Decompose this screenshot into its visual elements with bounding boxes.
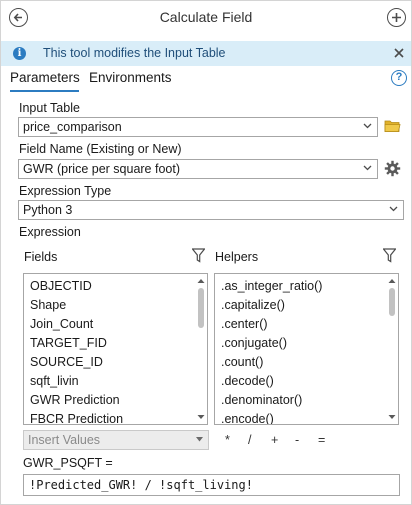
gear-icon[interactable] xyxy=(384,160,401,177)
pane-header: Calculate Field xyxy=(1,1,411,35)
plus-icon xyxy=(392,13,401,22)
help-icon: ? xyxy=(395,71,403,83)
scroll-thumb[interactable] xyxy=(389,288,395,316)
caret-down-icon xyxy=(196,437,203,442)
expression-target-label: GWR_PSQFT = xyxy=(23,456,113,470)
expression-input[interactable]: !Predicted_GWR! / !sqft_living! xyxy=(23,474,400,496)
expression-type-label: Expression Type xyxy=(19,184,112,198)
active-tab-indicator xyxy=(10,90,79,92)
list-item[interactable]: .denominator() xyxy=(221,393,302,407)
add-button[interactable] xyxy=(387,8,406,27)
expression-code: !Predicted_GWR! / !sqft_living! xyxy=(29,478,253,492)
scroll-up-icon[interactable] xyxy=(197,277,205,285)
subtract-operator-button[interactable]: - xyxy=(295,433,299,447)
list-item[interactable]: .center() xyxy=(221,317,268,331)
helpers-scrollbar[interactable] xyxy=(387,274,397,424)
insert-values-placeholder: Insert Values xyxy=(28,433,101,447)
list-item[interactable]: .conjugate() xyxy=(221,336,287,350)
divide-operator-button[interactable]: / xyxy=(248,433,251,447)
input-table-label: Input Table xyxy=(19,101,80,115)
field-name-dropdown[interactable]: GWR (price per square foot) xyxy=(18,159,378,179)
insert-values-dropdown[interactable]: Insert Values xyxy=(23,430,209,450)
fields-list[interactable]: OBJECTID Shape Join_Count TARGET_FID SOU… xyxy=(23,273,208,425)
list-item[interactable]: .decode() xyxy=(221,374,274,388)
folder-icon[interactable] xyxy=(384,119,401,133)
add-operator-button[interactable]: + xyxy=(271,433,278,447)
list-item[interactable]: sqft_livin xyxy=(30,374,79,388)
tab-parameters[interactable]: Parameters xyxy=(10,70,80,85)
expression-type-dropdown[interactable]: Python 3 xyxy=(18,200,404,220)
helpers-label: Helpers xyxy=(215,250,259,264)
scroll-thumb[interactable] xyxy=(198,288,204,328)
filter-icon[interactable] xyxy=(383,248,396,263)
equals-operator-button[interactable]: = xyxy=(318,433,325,447)
pane-title: Calculate Field xyxy=(159,9,253,25)
tab-environments[interactable]: Environments xyxy=(89,70,172,85)
list-item[interactable]: OBJECTID xyxy=(30,279,92,293)
scroll-up-icon[interactable] xyxy=(388,277,396,285)
input-table-dropdown[interactable]: price_comparison xyxy=(18,117,378,137)
list-item[interactable]: .as_integer_ratio() xyxy=(221,279,322,293)
list-item[interactable]: .capitalize() xyxy=(221,298,285,312)
list-item[interactable]: Join_Count xyxy=(30,317,93,331)
helpers-list[interactable]: .as_integer_ratio() .capitalize() .cente… xyxy=(214,273,399,425)
info-banner: i This tool modifies the Input Table xyxy=(1,41,411,66)
list-item[interactable]: .count() xyxy=(221,355,263,369)
scroll-down-icon[interactable] xyxy=(388,413,396,421)
chevron-down-icon xyxy=(363,123,372,129)
multiply-operator-button[interactable]: * xyxy=(225,433,230,447)
filter-icon[interactable] xyxy=(192,248,205,263)
list-item[interactable]: Shape xyxy=(30,298,66,312)
list-item[interactable]: FBCR Prediction xyxy=(30,412,123,424)
expression-type-value: Python 3 xyxy=(23,203,73,217)
help-button[interactable]: ? xyxy=(391,70,407,86)
chevron-down-icon xyxy=(389,206,398,212)
close-banner-button[interactable] xyxy=(394,45,404,61)
close-icon xyxy=(394,48,404,58)
expression-label: Expression xyxy=(19,225,81,239)
field-name-label: Field Name (Existing or New) xyxy=(19,142,182,156)
input-table-value: price_comparison xyxy=(23,120,122,134)
calculate-field-pane: Calculate Field i This tool modifies the… xyxy=(0,0,412,505)
list-item[interactable]: .encode() xyxy=(221,412,274,424)
list-item[interactable]: GWR Prediction xyxy=(30,393,120,407)
info-icon: i xyxy=(13,47,26,60)
scroll-down-icon[interactable] xyxy=(197,413,205,421)
fields-label: Fields xyxy=(24,250,58,264)
banner-message: This tool modifies the Input Table xyxy=(43,46,226,60)
list-item[interactable]: SOURCE_ID xyxy=(30,355,103,369)
fields-scrollbar[interactable] xyxy=(196,274,206,424)
field-name-value: GWR (price per square foot) xyxy=(23,162,180,176)
chevron-down-icon xyxy=(363,165,372,171)
list-item[interactable]: TARGET_FID xyxy=(30,336,107,350)
